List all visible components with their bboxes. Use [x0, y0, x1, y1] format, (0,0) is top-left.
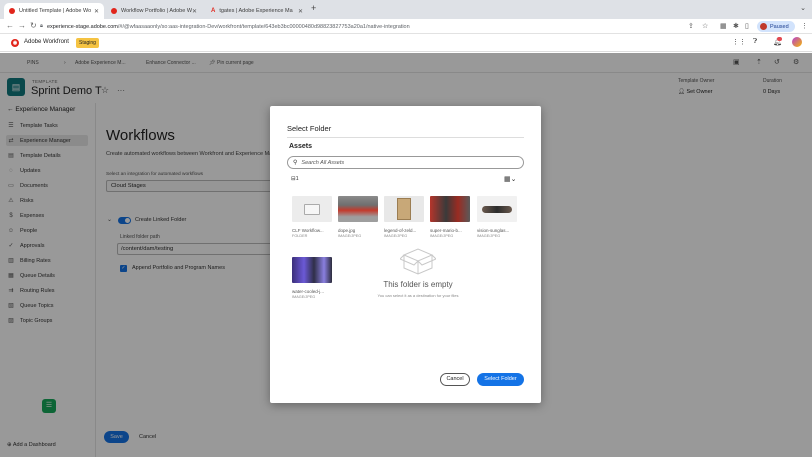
profile-status: Paused — [770, 23, 789, 30]
workfront-logo-icon[interactable]: ◉ — [11, 39, 19, 47]
back-icon[interactable]: ← — [6, 21, 14, 30]
star-icon[interactable]: ☆ — [702, 22, 708, 30]
book-cover — [397, 198, 411, 220]
empty-state: This folder is empty You can select it a… — [358, 246, 478, 298]
asset-type: IMAGE/JPEG — [338, 234, 362, 238]
asset-type: IMAGE/JPEG — [384, 234, 408, 238]
book-thumbnail — [384, 196, 424, 222]
close-icon[interactable]: ✕ — [298, 8, 303, 15]
help-icon[interactable]: ❓︎ — [753, 38, 757, 46]
tech-thumbnail — [292, 257, 332, 283]
tab-title: Untitled Template | Adobe Wo — [19, 8, 92, 14]
workfront-favicon — [111, 8, 117, 14]
asset-name: vision-sunglas... — [477, 228, 510, 233]
close-icon[interactable]: ✕ — [192, 8, 197, 15]
url-path: /#/@wfaasaaonly/so:aas-integration-Dev/w… — [117, 23, 410, 30]
dialog-title: Select Folder — [287, 124, 332, 133]
app-brand[interactable]: Adobe Workfront — [24, 39, 69, 45]
asset-name: legend-of-zeld... — [384, 228, 417, 233]
assets-heading: Assets — [289, 143, 312, 150]
environment-badge: Staging — [76, 38, 99, 48]
asset-type: IMAGE/JPEG — [477, 234, 501, 238]
profile-button[interactable]: Paused — [757, 21, 795, 32]
empty-subtitle: You can select it as a destination for y… — [377, 293, 459, 298]
cancel-button[interactable]: Cancel — [440, 373, 470, 386]
select-folder-dialog: Select Folder Assets ⚲ Search All Assets… — [270, 106, 541, 403]
asset-name: dope.jpg — [338, 228, 356, 233]
asset-tile-image[interactable]: super-mario-b... IMAGE/JPEG — [430, 196, 472, 238]
empty-title: This folder is empty — [383, 280, 453, 289]
lock-icon: 🔒︎ — [40, 23, 43, 29]
url-input[interactable]: 🔒︎ experience-stage.adobe.com /#/@wfaasa… — [40, 21, 710, 32]
notification-badge — [777, 37, 782, 41]
empty-box-icon — [399, 246, 437, 276]
reload-icon[interactable]: ↻ — [30, 21, 37, 30]
asset-name: super-mario-b... — [430, 228, 462, 233]
tab-title: tgates | Adobe Experience Ma — [219, 8, 293, 14]
browser-tab-3[interactable]: A tgates | Adobe Experience Ma ✕ — [206, 3, 308, 19]
asset-type: IMAGE/JPEG — [292, 295, 316, 299]
apps-grid-icon[interactable]: ⋮⋮ — [732, 38, 746, 46]
mario-thumbnail — [430, 196, 470, 222]
extension-icon[interactable]: ▦ — [720, 22, 727, 30]
avatar — [760, 23, 767, 30]
search-icon: ⚲ — [293, 160, 298, 166]
user-avatar[interactable] — [792, 37, 802, 47]
asset-type: FOLDER — [292, 234, 308, 238]
browser-tab-bar: Untitled Template | Adobe Wo ✕ Workflow … — [0, 0, 812, 19]
asset-type: IMAGE/JPEG — [430, 234, 454, 238]
adobe-favicon: A — [211, 8, 216, 14]
asset-tile-folder[interactable]: CLF Workflow... FOLDER — [292, 196, 334, 238]
share-icon[interactable]: ⇪ — [688, 22, 694, 30]
asset-tile-image[interactable]: dope.jpg IMAGE/JPEG — [338, 196, 380, 238]
new-tab-button[interactable]: + — [311, 3, 316, 13]
asset-tile-image[interactable]: vision-sunglas... IMAGE/JPEG — [477, 196, 519, 238]
sidepanel-icon[interactable]: ▯ — [745, 22, 749, 30]
breadcrumb-label: 1 — [295, 176, 299, 182]
folder-thumbnail — [292, 196, 332, 222]
url-host: experience-stage.adobe.com — [46, 23, 118, 30]
select-folder-button[interactable]: Select Folder — [477, 373, 524, 386]
grid-view-icon[interactable]: ▦⌄ — [504, 175, 516, 183]
asset-tile-image[interactable]: legend-of-zeld... IMAGE/JPEG — [384, 196, 426, 238]
forward-icon[interactable]: → — [18, 21, 26, 30]
sunglasses-thumbnail — [477, 196, 517, 222]
puzzle-icon[interactable]: ✱ — [733, 22, 739, 30]
app-header: ◉ Adobe Workfront Staging ⋮⋮ ❓︎ 🔔︎ — [0, 34, 812, 52]
breadcrumb[interactable]: ⊟1 — [291, 176, 299, 182]
folder-icon — [304, 203, 320, 215]
workfront-favicon — [9, 8, 15, 14]
close-icon[interactable]: ✕ — [94, 8, 99, 15]
address-bar-row: ← → ↻ 🔒︎ experience-stage.adobe.com /#/@… — [0, 19, 812, 34]
search-input[interactable]: ⚲ Search All Assets — [287, 156, 524, 169]
divider — [287, 137, 524, 138]
tab-title: Workflow Portfolio | Adobe Wo — [121, 8, 192, 14]
menu-icon[interactable]: ⋮ — [801, 22, 808, 30]
browser-tab-2[interactable]: Workflow Portfolio | Adobe Wo ✕ — [106, 3, 202, 19]
car-thumbnail — [338, 196, 378, 222]
asset-tile-image[interactable]: water-cooled-j... IMAGE/JPEG — [292, 257, 334, 299]
chevron-down-icon[interactable]: ⌄ — [800, 4, 806, 12]
search-placeholder: Search All Assets — [301, 159, 345, 166]
asset-name: water-cooled-j... — [292, 289, 325, 294]
asset-name: CLF Workflow... — [292, 228, 324, 233]
browser-tab-1[interactable]: Untitled Template | Adobe Wo ✕ — [4, 3, 104, 19]
sunglasses-shape — [482, 205, 512, 213]
